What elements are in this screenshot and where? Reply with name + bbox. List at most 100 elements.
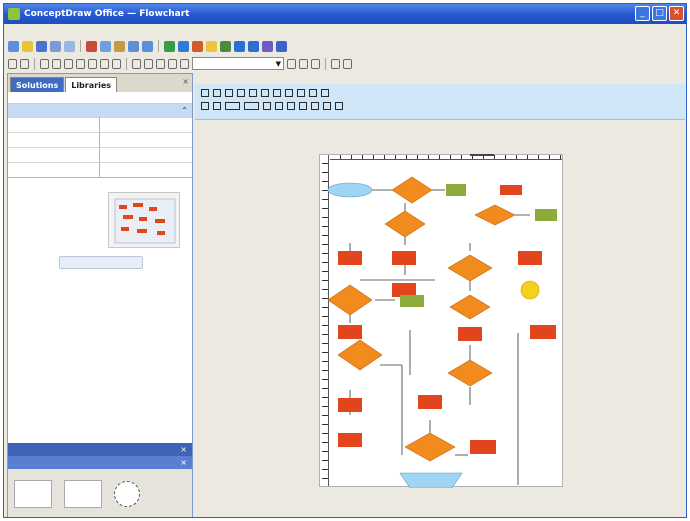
line-tool-icon[interactable]: [52, 58, 61, 69]
solution-item[interactable]: [100, 117, 192, 132]
process-node[interactable]: [338, 325, 362, 339]
decision-node[interactable]: [447, 254, 493, 282]
insert-chart-icon[interactable]: [206, 40, 217, 52]
terminal-end[interactable]: [399, 472, 463, 488]
process-node[interactable]: [458, 327, 482, 341]
process-node[interactable]: [500, 185, 522, 195]
decision-node[interactable]: [474, 204, 516, 226]
process-node-green[interactable]: [535, 209, 557, 221]
solution-item[interactable]: [8, 147, 100, 162]
save-icon[interactable]: [36, 40, 47, 52]
process-node-green[interactable]: [446, 184, 466, 196]
rect-tool-icon[interactable]: [225, 89, 233, 97]
italic-icon[interactable]: [299, 58, 308, 69]
paste-icon[interactable]: [114, 40, 125, 52]
insert-picture-icon[interactable]: [192, 40, 203, 52]
shape-circle[interactable]: [114, 481, 140, 507]
help-icon[interactable]: [276, 40, 287, 52]
rotate-icon[interactable]: [299, 102, 307, 110]
solution-item[interactable]: [100, 147, 192, 162]
maximize-icon[interactable]: □: [652, 6, 667, 21]
align-left-icon[interactable]: [8, 58, 17, 69]
decision-node[interactable]: [404, 432, 456, 462]
library-item[interactable]: ×: [8, 456, 192, 469]
section-header[interactable]: ⌃: [8, 104, 192, 117]
freehand-tool-icon[interactable]: [100, 58, 109, 69]
send-back-icon[interactable]: [275, 102, 283, 110]
open-folder-icon[interactable]: [22, 40, 33, 52]
process-node[interactable]: [470, 440, 496, 454]
process-node[interactable]: [338, 398, 362, 412]
cut-icon[interactable]: [86, 40, 97, 52]
zoom-out-icon[interactable]: [248, 40, 259, 52]
diagram-page[interactable]: [319, 154, 563, 488]
drawing-canvas[interactable]: [195, 121, 685, 517]
hyperlink-icon[interactable]: [178, 40, 189, 52]
solution-item[interactable]: [8, 162, 100, 177]
connector-node[interactable]: [520, 280, 540, 300]
pan-tool-icon[interactable]: [321, 89, 329, 97]
decision-node[interactable]: [391, 176, 433, 204]
decision-node[interactable]: [449, 294, 491, 320]
process-node[interactable]: [518, 251, 542, 265]
section-row[interactable]: [8, 92, 192, 104]
arc-connector-icon[interactable]: [144, 58, 153, 69]
solution-item[interactable]: [8, 132, 100, 147]
minimize-icon[interactable]: _: [635, 6, 650, 21]
hand-tool-icon[interactable]: [213, 89, 221, 97]
bring-front-icon[interactable]: [263, 102, 271, 110]
smart-connector-icon[interactable]: [132, 58, 141, 69]
process-node[interactable]: [338, 251, 362, 265]
line-tool-icon[interactable]: [249, 89, 257, 97]
close-panel-icon[interactable]: ×: [182, 77, 189, 86]
zoom-select[interactable]: ▼: [192, 57, 284, 70]
align-icon[interactable]: [201, 102, 209, 110]
decision-node[interactable]: [447, 359, 493, 387]
text-tool-icon[interactable]: [20, 58, 29, 69]
zoom-in-icon[interactable]: [234, 40, 245, 52]
process-node-green[interactable]: [400, 295, 424, 307]
new-document-icon[interactable]: [8, 40, 19, 52]
group-icon[interactable]: [225, 102, 240, 110]
direct-connector-icon[interactable]: [156, 58, 165, 69]
process-node[interactable]: [530, 325, 556, 339]
close-library-icon[interactable]: ×: [180, 443, 187, 456]
underline-icon[interactable]: [311, 58, 320, 69]
tree-connector-icon[interactable]: [180, 58, 189, 69]
copy-icon[interactable]: [100, 40, 111, 52]
fill-color-icon[interactable]: [343, 58, 352, 69]
lock-icon[interactable]: [311, 102, 319, 110]
solution-item[interactable]: [100, 132, 192, 147]
decision-node[interactable]: [337, 339, 383, 371]
chain-connector-icon[interactable]: [168, 58, 177, 69]
process-node[interactable]: [418, 395, 442, 409]
tab-libraries[interactable]: Libraries: [65, 77, 118, 92]
decision-node[interactable]: [384, 210, 426, 238]
flip-icon[interactable]: [287, 102, 295, 110]
rectangle-tool-icon[interactable]: [40, 58, 49, 69]
decision-node[interactable]: [327, 284, 373, 316]
rotate-tool-icon[interactable]: [112, 58, 121, 69]
shape-rectangle[interactable]: [14, 480, 52, 508]
process-node[interactable]: [338, 433, 362, 447]
print-icon[interactable]: [50, 40, 61, 52]
select-tool-icon[interactable]: [201, 89, 209, 97]
text-tool-icon[interactable]: [273, 89, 281, 97]
curve-tool-icon[interactable]: [261, 89, 269, 97]
close-icon[interactable]: ✕: [669, 6, 684, 21]
ellipse-tool-icon[interactable]: [237, 89, 245, 97]
tab-solutions[interactable]: Solutions: [10, 77, 65, 92]
bold-icon[interactable]: [287, 58, 296, 69]
library-item-selected[interactable]: ×: [8, 443, 192, 456]
process-node[interactable]: [392, 283, 416, 297]
line-color-icon[interactable]: [331, 58, 340, 69]
connector-icon[interactable]: [164, 40, 175, 52]
close-library-icon[interactable]: ×: [180, 456, 187, 469]
process-node[interactable]: [392, 251, 416, 265]
undo-icon[interactable]: [128, 40, 139, 52]
solution-item[interactable]: [100, 162, 192, 177]
bezier-tool-icon[interactable]: [76, 58, 85, 69]
shape-rectangle[interactable]: [64, 480, 102, 508]
terminal-start[interactable]: [327, 182, 373, 198]
preview-icon[interactable]: [64, 40, 75, 52]
